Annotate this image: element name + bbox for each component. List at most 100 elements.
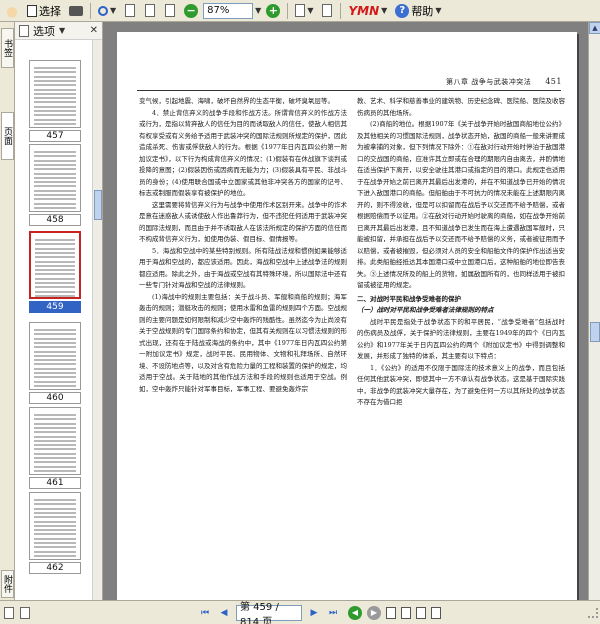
thumbnail-label: 458 xyxy=(29,214,81,226)
help-button[interactable]: ? 帮助 ▼ xyxy=(392,2,444,20)
status-left xyxy=(0,606,103,619)
fit-width-button[interactable] xyxy=(161,2,179,20)
hand-tool-button[interactable] xyxy=(2,2,22,20)
thumbnail-text-line xyxy=(34,101,76,104)
thumbnail-text-line xyxy=(35,277,75,280)
tab-bookmarks[interactable]: 书签 xyxy=(1,28,14,68)
help-icon: ? xyxy=(395,3,410,18)
chevron-down-icon[interactable]: ▼ xyxy=(59,26,65,35)
thumbnail-item[interactable]: 459 xyxy=(25,231,85,313)
thumbnail-label: 460 xyxy=(29,392,81,404)
thumbnail-text-line xyxy=(34,533,76,536)
facing-page-icon[interactable] xyxy=(416,606,426,619)
scrollbar-thumb[interactable] xyxy=(94,190,102,220)
paragraph: 教、艺术、科学和慈善事业的建筑物、历史纪念碑、医院船、医院及收容伤病员的其他场所… xyxy=(357,97,565,117)
rotate-icon xyxy=(322,4,333,17)
page-navigation: ⏮ ◀ 第 459 / 814 页 ▶ ⏭ xyxy=(198,602,340,624)
continuous-facing-icon[interactable] xyxy=(431,606,441,619)
rotate-button[interactable] xyxy=(318,2,336,20)
thumbnail-text-line xyxy=(34,151,76,153)
page-layout-button[interactable]: ▼ xyxy=(292,2,316,20)
thumbnail-text-line xyxy=(35,260,75,263)
resize-grip-icon[interactable] xyxy=(588,607,598,618)
fit-page-button[interactable] xyxy=(141,2,159,20)
thumbnail-text-line xyxy=(34,189,76,192)
next-page-button[interactable]: ▶ xyxy=(307,606,321,620)
continuous-page-icon[interactable] xyxy=(401,606,411,619)
thumbnail-text-line xyxy=(34,181,76,184)
actual-size-button[interactable] xyxy=(121,2,139,20)
thumbnail-item[interactable]: 460 xyxy=(25,322,85,404)
thumbnail-text-line xyxy=(34,546,76,549)
separator xyxy=(287,2,289,19)
single-page-icon[interactable] xyxy=(386,606,396,619)
section-heading: 二、对战时平民和战争受难者的保护 xyxy=(357,294,461,303)
zoom-out-button[interactable]: − xyxy=(181,2,201,20)
thumbnail-text-line xyxy=(34,97,76,100)
previous-page-button[interactable]: ◀ xyxy=(217,606,231,620)
camera-icon xyxy=(69,5,83,16)
select-label: 选择 xyxy=(39,4,61,18)
thumbnail-text-line xyxy=(34,426,76,429)
yahoo-button[interactable]: YMN ▼ xyxy=(345,2,390,20)
thumbnail-text-line xyxy=(34,341,76,344)
magnifier-icon xyxy=(98,5,108,16)
thumbnail-item[interactable]: 461 xyxy=(25,407,85,489)
thumbnail-image xyxy=(29,231,81,299)
thumbnail-scrollbar[interactable] xyxy=(92,40,102,600)
thumbnail-text-line xyxy=(34,448,76,451)
thumbnail-text-line xyxy=(34,114,76,117)
status-controls: ◀ ▶ xyxy=(348,605,441,620)
thumbnail-text-line xyxy=(34,350,76,353)
close-icon[interactable]: ✕ xyxy=(90,25,98,36)
thumbnail-text-line xyxy=(34,499,76,501)
separator xyxy=(90,2,91,19)
paragraph: 战时平民是指处于战争状态下的和平居民，“战争受难者”包括战时的伤病员及战俘，关于… xyxy=(357,317,565,361)
thumbnail-item[interactable]: 457 xyxy=(25,60,85,142)
actual-size-icon xyxy=(125,4,136,17)
thumbnail-text-line xyxy=(34,329,76,331)
thumbnail-text-line xyxy=(34,444,76,447)
thumbnail-image xyxy=(29,407,81,475)
tab-attachments[interactable]: 附件 xyxy=(1,570,14,598)
scroll-up-icon[interactable]: ▲ xyxy=(589,22,600,34)
tab-pages[interactable]: 页面 xyxy=(1,112,14,160)
thumbnail-text-line xyxy=(35,286,75,289)
thumbnail-item[interactable]: 462 xyxy=(25,492,85,574)
thumbnail-text-line xyxy=(34,503,76,506)
thumbnail-image xyxy=(29,144,81,212)
thumbnail-text-line xyxy=(34,465,76,468)
paragraph: (2)商船的地位。根据1907年《关于战争开始时敌国商船地位公约》及其他相关的习… xyxy=(357,120,565,289)
first-page-button[interactable]: ⏮ xyxy=(198,606,212,620)
zoom-tool-button[interactable]: ▼ xyxy=(95,2,119,20)
thumbnail-label: 461 xyxy=(29,477,81,489)
fit-width-icon xyxy=(165,4,176,17)
thumbnail-text-line xyxy=(35,239,75,241)
select-tool-button[interactable]: 选择 xyxy=(24,2,64,20)
scrollbar-thumb[interactable] xyxy=(590,322,600,342)
thumbnail-text-line xyxy=(34,414,76,416)
zoom-in-button[interactable]: + xyxy=(263,2,283,20)
fit-page-icon xyxy=(145,4,156,17)
thumbnail-text-line xyxy=(34,92,76,95)
zoom-level-field[interactable]: 87% xyxy=(203,2,254,19)
previous-view-button[interactable]: ◀ xyxy=(348,605,362,620)
thumbnail-text-line xyxy=(34,372,76,374)
zoom-dropdown-icon[interactable]: ▼ xyxy=(255,6,261,15)
thumbnail-text-line xyxy=(35,269,75,272)
thumbnail-text-line xyxy=(34,363,76,366)
document-page: 第八章 战争与武装冲突法 451 变气候，引起地震、海啸，破坏自然界的生态平衡，破… xyxy=(117,32,577,600)
options-button[interactable]: 选项 xyxy=(33,23,55,39)
thumbnail-text-line xyxy=(34,537,76,540)
next-view-button[interactable]: ▶ xyxy=(367,605,381,620)
page-number-field[interactable]: 第 459 / 814 页 xyxy=(236,602,302,624)
thumbnail-text-line xyxy=(34,75,76,78)
thumbnail-item[interactable]: 458 xyxy=(25,144,85,226)
document-scrollbar[interactable]: ▲ xyxy=(588,22,600,600)
document-viewport[interactable]: 第八章 战争与武装冲突法 451 变气候，引起地震、海啸，破坏自然界的生态平衡，破… xyxy=(103,22,588,600)
thumbnail-text-line xyxy=(34,542,76,544)
options-icon xyxy=(19,24,29,37)
last-page-button[interactable]: ⏭ xyxy=(326,606,340,620)
thumbnail-text-line xyxy=(34,431,76,434)
snapshot-button[interactable] xyxy=(66,2,86,20)
